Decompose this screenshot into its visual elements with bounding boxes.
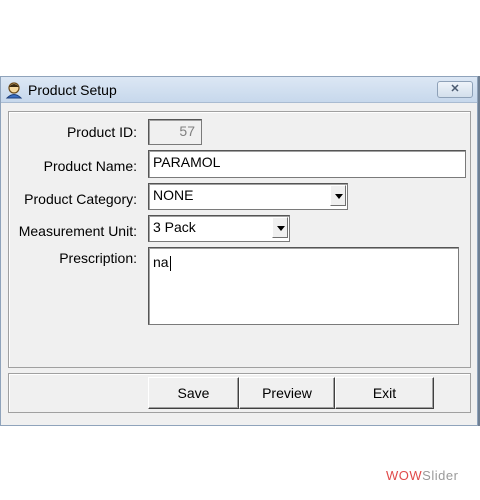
- preview-button[interactable]: Preview: [239, 377, 335, 409]
- product-category-label: Product Category:: [24, 191, 137, 207]
- product-category-value: NONE: [153, 187, 194, 203]
- exit-button[interactable]: Exit: [335, 377, 434, 409]
- user-icon: [5, 82, 23, 99]
- window-title: Product Setup: [28, 82, 117, 98]
- product-name-input[interactable]: PARAMOL: [148, 150, 466, 178]
- chevron-down-icon[interactable]: [272, 217, 288, 238]
- prescription-textarea[interactable]: na: [148, 247, 459, 325]
- watermark-logo: WOWSlider: [386, 468, 459, 483]
- measurement-unit-select[interactable]: 3 Pack: [148, 215, 290, 242]
- chevron-down-icon[interactable]: [330, 185, 346, 206]
- measurement-unit-value: 3 Pack: [153, 219, 196, 235]
- prescription-label: Prescription:: [59, 250, 137, 266]
- text-cursor: [169, 255, 171, 271]
- product-id-label: Product ID:: [66, 124, 137, 140]
- measurement-unit-label: Measurement Unit:: [18, 223, 137, 239]
- product-name-label: Product Name:: [43, 158, 137, 174]
- product-category-select[interactable]: NONE: [148, 183, 348, 210]
- close-button[interactable]: ✕: [437, 81, 473, 98]
- title-bar[interactable]: Product Setup ✕: [1, 77, 477, 103]
- product-id-field: 57: [148, 119, 202, 145]
- prescription-text: na: [153, 254, 169, 270]
- product-setup-window: Product Setup ✕ Product ID: 57 Product N…: [0, 76, 478, 426]
- save-button[interactable]: Save: [148, 377, 239, 409]
